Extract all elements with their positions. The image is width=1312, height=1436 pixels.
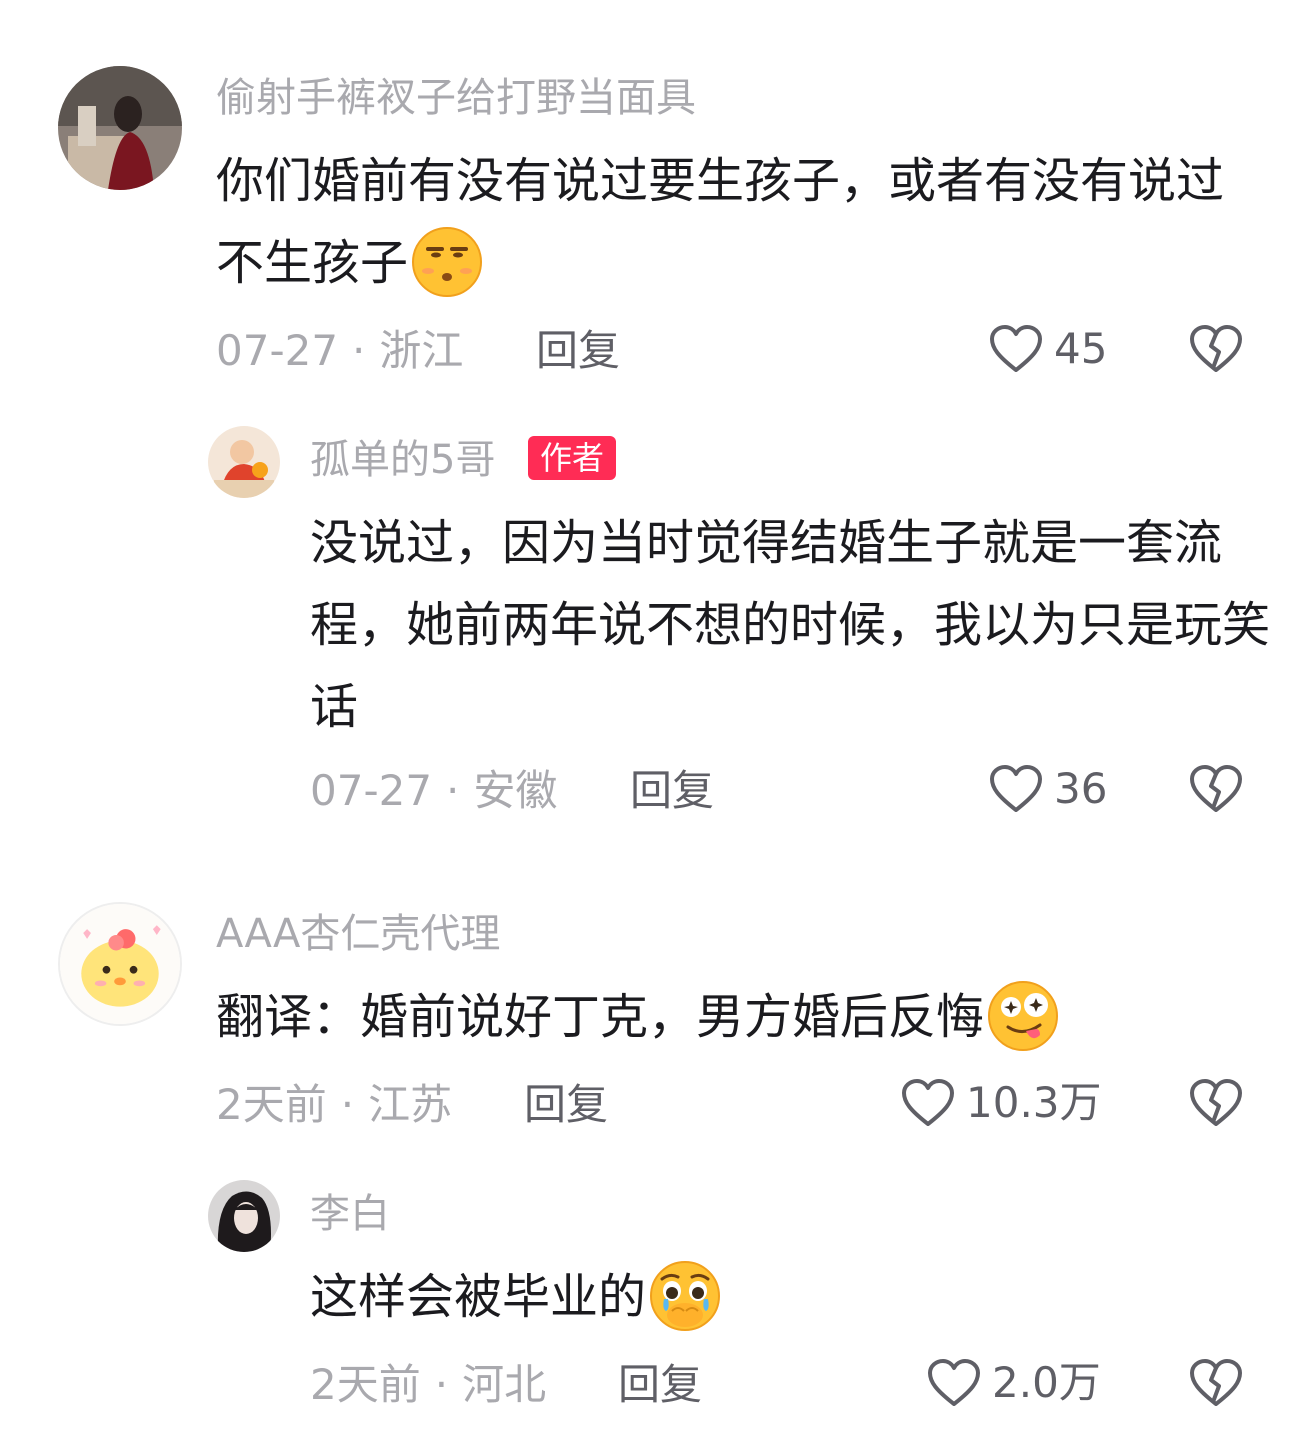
like-button[interactable]: 10.3万: [900, 1078, 1102, 1128]
comment-text: 这样会被毕业的: [310, 1256, 1270, 1338]
comment-text-content: 这样会被毕业的: [310, 1269, 647, 1325]
avatar[interactable]: [208, 1180, 280, 1252]
reply-button[interactable]: 回复: [618, 1364, 702, 1406]
broken-heart-icon[interactable]: [1188, 324, 1244, 374]
heart-outline-icon: [928, 1359, 980, 1406]
like-button[interactable]: 2.0万: [926, 1358, 1101, 1408]
comment-text-content: 翻译：婚前说好丁克，男方婚后反悔: [216, 989, 985, 1045]
separator-dot: ·: [446, 766, 460, 815]
comment-location: 浙江: [379, 326, 464, 375]
comment-meta: 2天前 · 江苏: [216, 1084, 452, 1126]
like-button[interactable]: 45: [988, 324, 1107, 374]
comment-text: 你们婚前有没有说过要生孩子，或者有没有说过不生孩子: [216, 140, 1266, 304]
user-avatar-photo: [58, 66, 182, 190]
comment-location: 安徽: [473, 766, 558, 815]
holding-back-tears-emoji: [650, 1261, 721, 1331]
comment-text-content: 你们婚前有没有说过要生孩子，或者有没有说过不生孩子: [216, 153, 1225, 291]
separator-dot: ·: [352, 326, 366, 375]
avatar[interactable]: [58, 66, 182, 190]
reply-button[interactable]: 回复: [524, 1084, 608, 1126]
heart-outline-icon: [902, 1079, 954, 1126]
comment-text: 翻译：婚前说好丁克，男方婚后反悔: [216, 976, 1266, 1058]
separator-dot: ·: [434, 1360, 449, 1409]
broken-heart-icon[interactable]: [1188, 764, 1244, 814]
comment-date: 07-27: [310, 766, 433, 815]
username[interactable]: AAA杏仁壳代理: [216, 914, 500, 954]
comment-meta: 2天前 · 河北: [310, 1364, 546, 1406]
like-count: 45: [1054, 324, 1108, 373]
broken-heart-icon[interactable]: [1188, 1078, 1244, 1128]
user-avatar-photo: [208, 1180, 280, 1252]
user-avatar-photo: [208, 426, 280, 498]
reply-button[interactable]: 回复: [536, 330, 620, 372]
author-badge: 作者: [528, 436, 617, 480]
heart-outline-icon: [990, 325, 1042, 372]
username[interactable]: 孤单的5哥: [310, 440, 495, 480]
comment-text: 没说过，因为当时觉得结婚生子就是一套流程，她前两年说不想的时候，我以为只是玩笑话: [310, 515, 1271, 735]
comment-meta: 07-27 · 浙江: [216, 330, 463, 372]
like-count: 2.0万: [992, 1358, 1101, 1407]
reply-button[interactable]: 回复: [630, 770, 714, 812]
avatar[interactable]: [208, 426, 280, 498]
comment-location: 江苏: [368, 1080, 453, 1129]
like-count: 10.3万: [966, 1078, 1102, 1127]
comment-meta: 07-27 · 安徽: [310, 770, 557, 812]
comment-location: 河北: [462, 1360, 547, 1409]
comment-date: 2天前: [216, 1080, 327, 1129]
comment-date: 07-27: [216, 326, 339, 375]
broken-heart-icon[interactable]: [1188, 1358, 1244, 1408]
smirk-face-emoji: [412, 227, 483, 297]
avatar[interactable]: [58, 902, 182, 1026]
username[interactable]: 偷射手裤衩子给打野当面具: [216, 78, 696, 118]
username[interactable]: 李白: [310, 1194, 390, 1234]
separator-dot: ·: [340, 1080, 355, 1129]
silly-star-eyes-emoji: [988, 981, 1059, 1051]
like-button[interactable]: 36: [988, 764, 1107, 814]
user-avatar-photo: [60, 904, 180, 1024]
like-count: 36: [1054, 764, 1108, 813]
heart-outline-icon: [990, 765, 1042, 812]
comment-date: 2天前: [310, 1360, 421, 1409]
